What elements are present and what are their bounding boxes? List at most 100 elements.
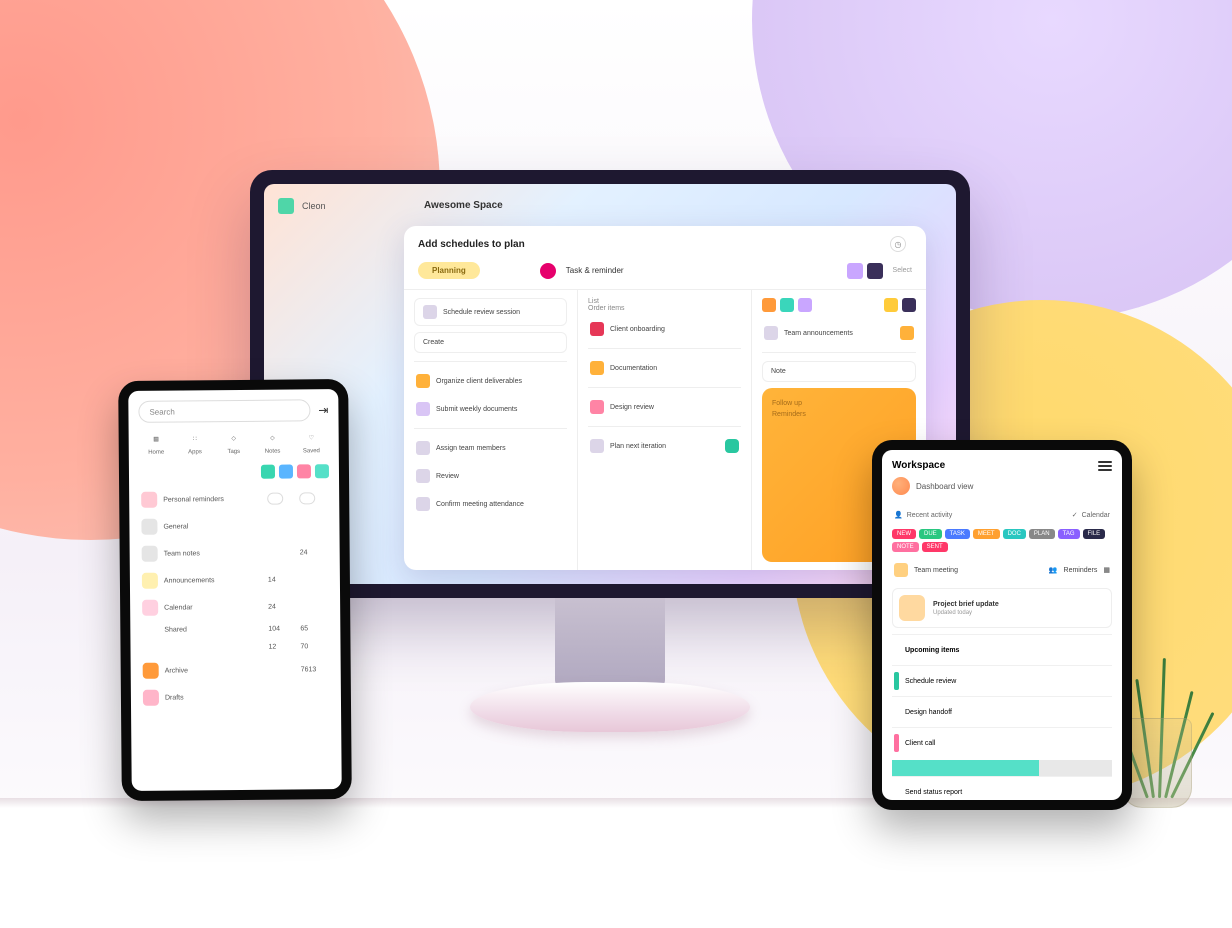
list-item[interactable]: Team notes24 bbox=[140, 540, 330, 566]
list-item[interactable]: Submit weekly documents bbox=[414, 398, 567, 420]
list-item[interactable]: Design review bbox=[588, 396, 741, 418]
item-icon bbox=[590, 361, 604, 375]
clock-icon[interactable]: ◷ bbox=[890, 236, 906, 252]
badge-row: NEW DUE TASK MEET DOC PLAN TAG FILE NOTE… bbox=[892, 529, 1112, 552]
badge[interactable]: DUE bbox=[919, 529, 942, 539]
nav-notes[interactable]: ◇Notes bbox=[255, 430, 290, 455]
list-item[interactable]: Create bbox=[414, 332, 567, 353]
toolbar-label: Select bbox=[893, 267, 912, 274]
heart-icon: ♡ bbox=[303, 429, 319, 445]
item-icon bbox=[423, 305, 437, 319]
divider bbox=[588, 348, 741, 349]
list-item[interactable]: Organize client deliverables bbox=[414, 370, 567, 392]
brand-name: Cleon bbox=[302, 201, 326, 211]
list-item[interactable]: Drafts bbox=[141, 684, 331, 710]
check-icon bbox=[725, 439, 739, 453]
badge[interactable]: NEW bbox=[892, 529, 916, 539]
tag-icon: ◇ bbox=[264, 430, 280, 446]
list-item[interactable]: Archive7613 bbox=[141, 657, 331, 683]
modal-tabs: Planning Task & reminder Select bbox=[404, 262, 926, 290]
desktop-monitor: Cleon Awesome Space Add schedules to pla… bbox=[250, 170, 970, 732]
monitor-bezel: Cleon Awesome Space Add schedules to pla… bbox=[250, 170, 970, 598]
search-input[interactable]: Search bbox=[138, 399, 310, 422]
list-item[interactable]: Upcoming items bbox=[892, 634, 1112, 665]
list-item[interactable]: Calendar24 bbox=[140, 594, 330, 620]
chip-icon[interactable] bbox=[798, 298, 812, 312]
toolbar-icon-view[interactable] bbox=[847, 263, 863, 279]
avatar-icon[interactable] bbox=[892, 477, 910, 495]
grid-icon: ▦ bbox=[1103, 566, 1110, 574]
menu-icon[interactable]: ⇥ bbox=[318, 403, 328, 417]
swatch[interactable] bbox=[315, 464, 329, 478]
grid-icon: ▦ bbox=[148, 431, 164, 447]
swatch[interactable] bbox=[261, 465, 275, 479]
page-title: Awesome Space bbox=[424, 200, 503, 211]
divider bbox=[414, 428, 567, 429]
item-icon bbox=[416, 497, 430, 511]
item-icon bbox=[416, 469, 430, 483]
list-item[interactable]: Team announcements bbox=[762, 322, 916, 344]
list-item[interactable]: Documentation bbox=[588, 357, 741, 379]
list-item[interactable]: Client onboarding bbox=[588, 318, 741, 340]
badge[interactable]: TASK bbox=[945, 529, 970, 539]
chip-icon[interactable] bbox=[780, 298, 794, 312]
swatch-row bbox=[139, 464, 329, 480]
item-badge-icon bbox=[141, 492, 157, 508]
list-item[interactable]: Review bbox=[414, 465, 567, 487]
list-item[interactable]: General bbox=[139, 513, 329, 539]
chip-icon[interactable] bbox=[902, 298, 916, 312]
badge[interactable]: DOC bbox=[1003, 529, 1026, 539]
brand-row: Cleon bbox=[278, 198, 942, 214]
badge[interactable]: FILE bbox=[1083, 529, 1106, 539]
badge[interactable]: PLAN bbox=[1029, 529, 1055, 539]
tablet-left: Search ⇥ ▦Home ∷Apps ◇Tags ◇Notes ♡Saved… bbox=[118, 379, 352, 801]
toolbar-icon-sort[interactable] bbox=[867, 263, 883, 279]
tab-secondary[interactable]: Task & reminder bbox=[566, 266, 624, 275]
list-item[interactable]: Plan next iteration bbox=[588, 435, 741, 457]
nav-apps[interactable]: ∷Apps bbox=[177, 430, 212, 455]
nav-row: ▦Home ∷Apps ◇Tags ◇Notes ♡Saved bbox=[139, 429, 329, 456]
modal-header: Add schedules to plan ◷ bbox=[404, 226, 926, 262]
list-item[interactable]: Client call bbox=[892, 727, 1112, 758]
badge[interactable]: SENT bbox=[922, 542, 948, 552]
nav-home[interactable]: ▦Home bbox=[139, 431, 174, 456]
list-item[interactable]: Schedule review session bbox=[414, 298, 567, 326]
chip-icon[interactable] bbox=[762, 298, 776, 312]
modal-title: Add schedules to plan bbox=[418, 239, 525, 250]
list-item[interactable]: Schedule review bbox=[892, 665, 1112, 696]
stripe-icon bbox=[894, 672, 899, 690]
item-action-icon[interactable] bbox=[900, 326, 914, 340]
list-item[interactable]: Announcements14 bbox=[140, 567, 330, 593]
item-icon bbox=[764, 326, 778, 340]
list-item[interactable]: Assign team members bbox=[414, 437, 567, 459]
list-item[interactable]: Personal reminders bbox=[139, 486, 329, 512]
subtitle-row: Dashboard view bbox=[892, 477, 1112, 495]
badge[interactable]: MEET bbox=[973, 529, 1000, 539]
tab-planning[interactable]: Planning bbox=[418, 262, 480, 279]
progress-bar bbox=[892, 760, 1112, 776]
divider bbox=[414, 361, 567, 362]
feature-card[interactable]: Project brief updateUpdated today bbox=[892, 588, 1112, 628]
col-header: List Order items bbox=[588, 298, 741, 312]
list-item[interactable]: 1270 bbox=[140, 639, 330, 656]
pill-icon bbox=[267, 493, 283, 505]
item-badge-icon bbox=[143, 690, 159, 706]
nav-saved[interactable]: ♡Saved bbox=[294, 429, 329, 454]
menu-icon[interactable] bbox=[1098, 461, 1112, 471]
nav-tags[interactable]: ◇Tags bbox=[216, 430, 251, 455]
chip-icon[interactable] bbox=[884, 298, 898, 312]
badge[interactable]: TAG bbox=[1058, 529, 1080, 539]
item-badge-icon bbox=[142, 573, 158, 589]
swatch[interactable] bbox=[279, 464, 293, 478]
tab-indicator-icon bbox=[540, 263, 556, 279]
list-item[interactable]: Confirm meeting attendance bbox=[414, 493, 567, 515]
dots-icon: ∷ bbox=[187, 430, 203, 446]
list-item[interactable]: Design handoff bbox=[892, 696, 1112, 727]
list-item[interactable]: Shared10465 bbox=[140, 621, 330, 638]
list-item[interactable]: Send status report bbox=[892, 776, 1112, 800]
list-item[interactable]: Team meeting👥Reminders▦ bbox=[892, 558, 1112, 582]
badge[interactable]: NOTE bbox=[892, 542, 919, 552]
list-item[interactable]: Note bbox=[762, 361, 916, 382]
swatch[interactable] bbox=[297, 464, 311, 478]
person-icon: 👤 bbox=[894, 511, 903, 519]
